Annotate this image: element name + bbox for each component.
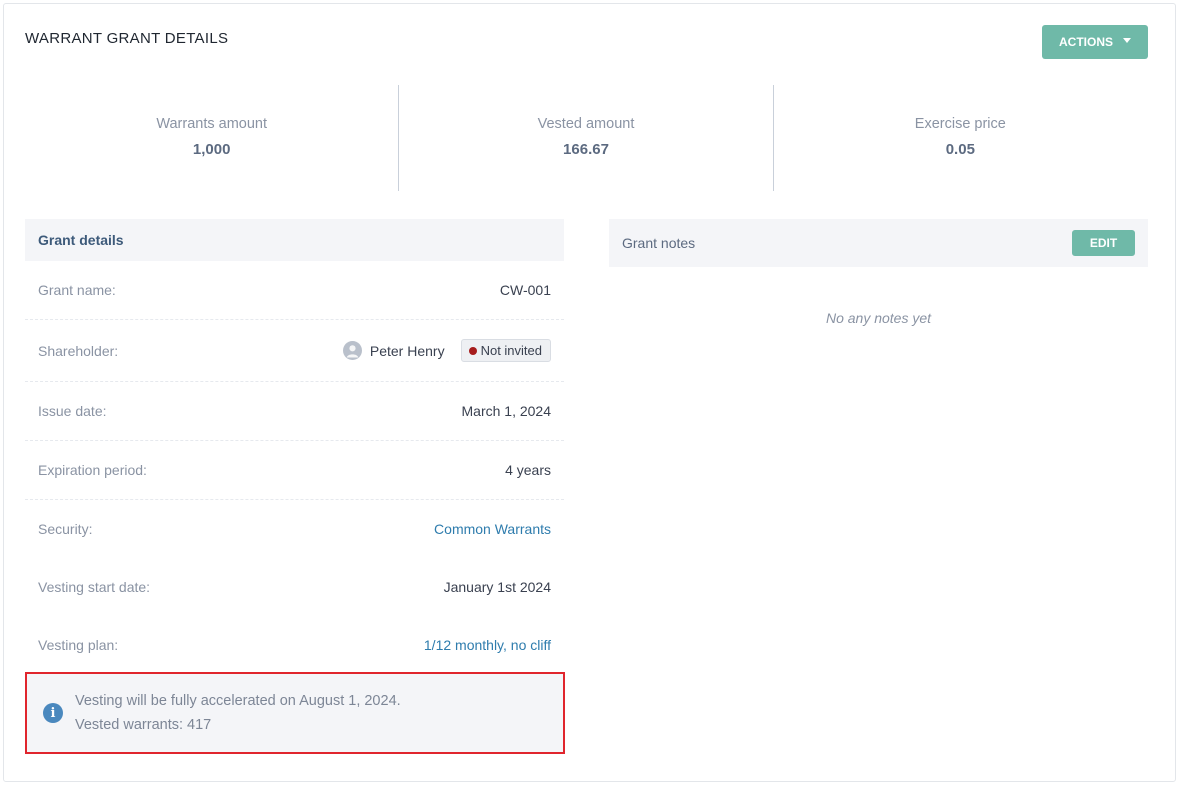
edit-notes-button[interactable]: EDIT [1072, 230, 1135, 256]
actions-button-label: ACTIONS [1059, 35, 1113, 49]
info-icon: i [43, 703, 63, 723]
grant-details-panel: Grant details Grant name: CW-001 Shareho… [25, 219, 564, 673]
status-dot [468, 346, 477, 355]
invite-status-badge: Not invited [460, 339, 551, 362]
shareholder-info: Peter Henry Not invited [342, 339, 551, 362]
row-issue-date: Issue date: March 1, 2024 [25, 382, 564, 441]
vesting-start-date-label: Vesting start date: [38, 579, 151, 595]
row-grant-name: Grant name: CW-001 [25, 261, 564, 320]
empty-notes-message: No any notes yet [825, 310, 932, 326]
actions-button[interactable]: ACTIONS [1042, 25, 1148, 59]
security-label: Security: [38, 521, 93, 537]
stat-value: 0.05 [945, 141, 975, 158]
caret-down-icon [1123, 38, 1131, 43]
page-title: WARRANT GRANT DETAILS [25, 30, 229, 47]
grant-name-value: CW-001 [499, 282, 551, 298]
shareholder-name[interactable]: Peter Henry [370, 343, 445, 359]
vesting-plan-label: Vesting plan: [38, 636, 119, 653]
notice-line-1: Vesting will be fully accelerated on Aug… [75, 693, 401, 709]
stat-warrants-amount: Warrants amount 1,000 [25, 85, 398, 191]
vesting-plan-link[interactable]: 1/12 monthly, no cliff [424, 637, 551, 653]
expiration-period-value: 4 years [505, 462, 551, 478]
issue-date-label: Issue date: [38, 403, 107, 419]
grant-notes-panel: Grant notes EDIT No any notes yet [609, 219, 1148, 326]
row-shareholder: Shareholder: Peter Henry Not invited [25, 320, 564, 382]
row-expiration-period: Expiration period: 4 years [25, 441, 564, 500]
issue-date-value: March 1, 2024 [461, 403, 552, 419]
user-avatar-icon [342, 341, 362, 360]
notice-text: Vesting will be fully accelerated on Aug… [75, 689, 401, 737]
shareholder-label: Shareholder: [38, 342, 119, 359]
grant-details-header: Grant details [25, 219, 564, 261]
stat-label: Vested amount [537, 116, 635, 132]
security-link[interactable]: Common Warrants [434, 521, 551, 537]
stat-value: 166.67 [563, 141, 609, 158]
row-vesting-plan: Vesting plan: 1/12 monthly, no cliff [25, 616, 564, 673]
grant-notes-header: Grant notes EDIT [609, 219, 1148, 267]
row-security: Security: Common Warrants [25, 500, 564, 558]
stats-summary: Warrants amount 1,000 Vested amount 166.… [25, 85, 1147, 191]
stat-label: Warrants amount [156, 116, 267, 132]
acceleration-notice: i Vesting will be fully accelerated on A… [25, 672, 565, 754]
stat-vested-amount: Vested amount 166.67 [398, 85, 772, 191]
notice-line-2: Vested warrants: 417 [75, 717, 212, 733]
expiration-period-label: Expiration period: [38, 462, 147, 478]
stat-exercise-price: Exercise price 0.05 [772, 85, 1147, 191]
stat-value: 1,000 [192, 141, 231, 158]
grant-notes-title: Grant notes [622, 235, 696, 251]
grant-name-label: Grant name: [38, 282, 116, 298]
row-vesting-start-date: Vesting start date: January 1st 2024 [25, 558, 564, 616]
stat-label: Exercise price [914, 116, 1006, 132]
vesting-start-date-value: January 1st 2024 [443, 579, 551, 595]
invite-status-text: Not invited [480, 343, 542, 358]
